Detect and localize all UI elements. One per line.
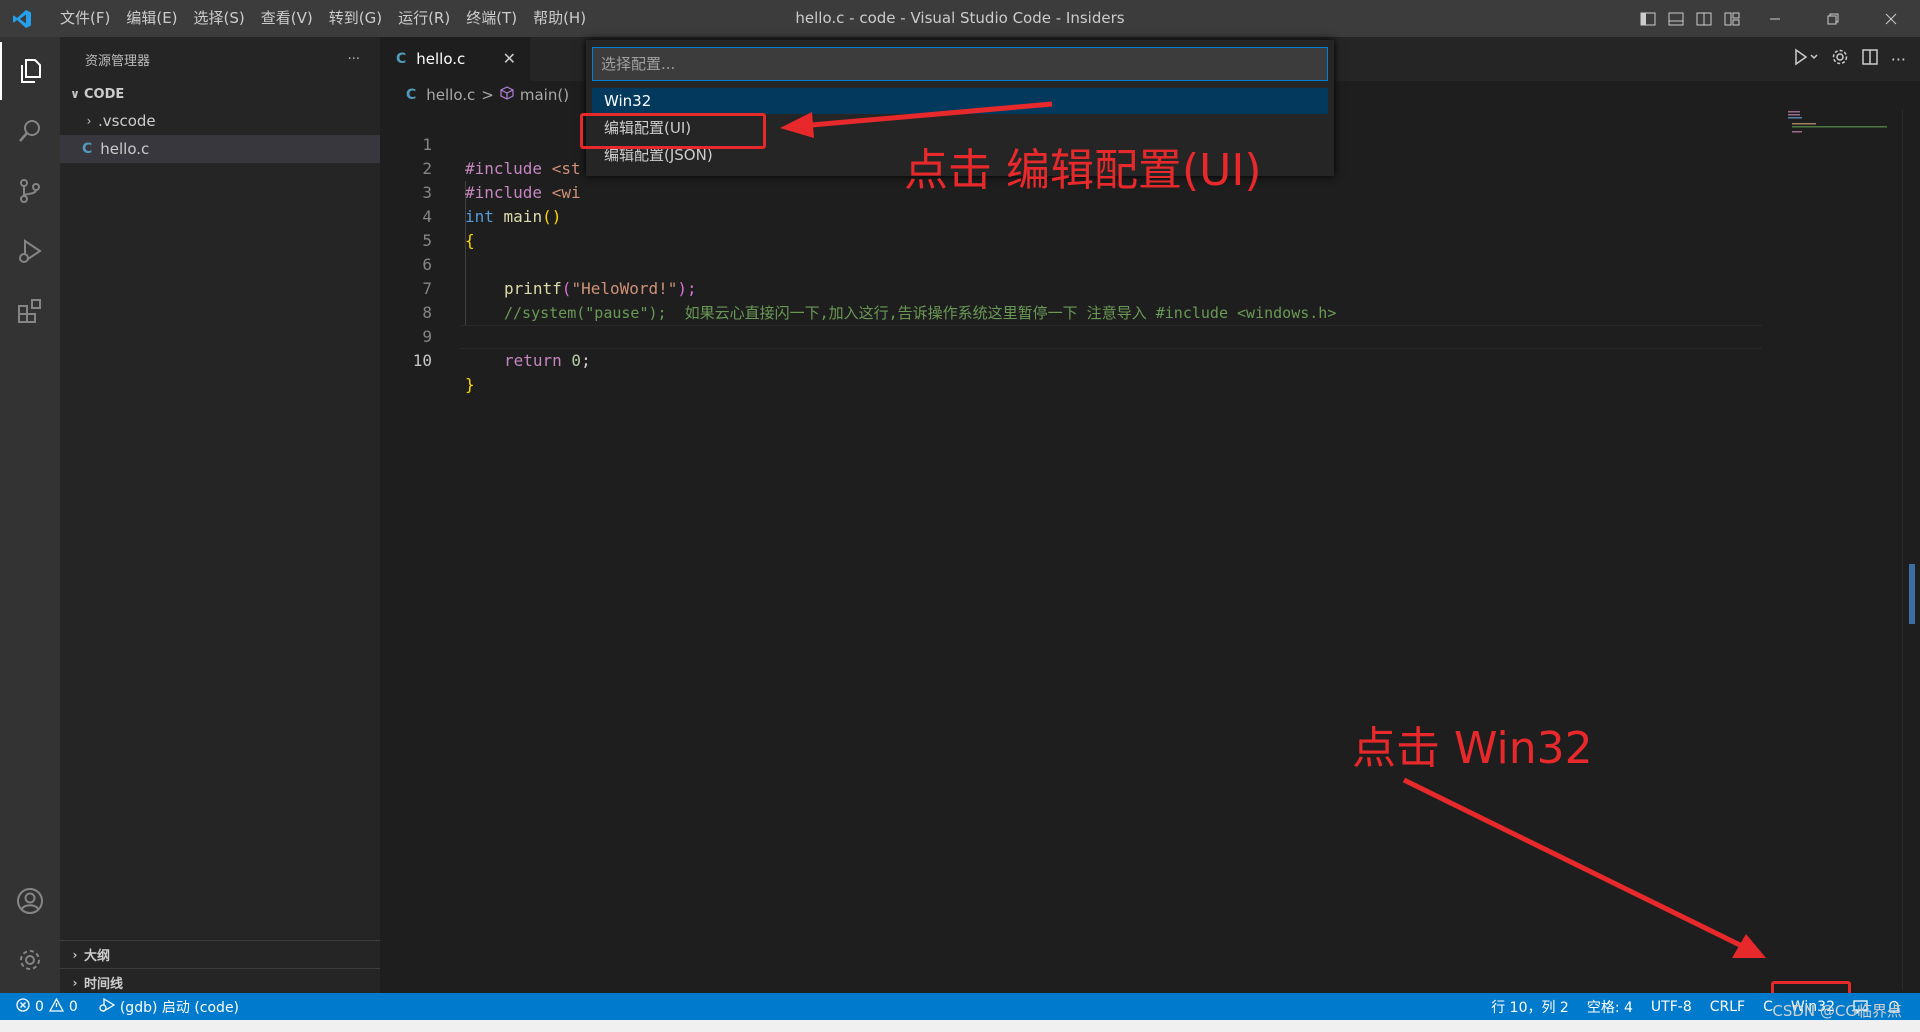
watermark: CSDN @CG临界点: [1772, 1002, 1902, 1020]
c-file-icon: C: [406, 87, 417, 103]
toggle-panel-icon[interactable]: [1662, 0, 1690, 37]
minimap[interactable]: [1780, 109, 1900, 989]
code-editor[interactable]: 1 #include <st 2 #include <wi 3 int main…: [380, 109, 1780, 989]
explorer-sidebar: 资源管理器 ··· ∨ CODE › .vscode C hello.c › 大…: [60, 37, 380, 993]
activity-bar: [0, 37, 60, 993]
more-actions-icon[interactable]: ···: [1891, 50, 1906, 69]
manage-gear-icon[interactable]: [0, 931, 60, 989]
customize-layout-icon[interactable]: [1718, 0, 1746, 37]
minimize-button[interactable]: [1746, 0, 1804, 37]
toggle-sidebar-icon[interactable]: [1634, 0, 1662, 37]
menu-selection[interactable]: 选择(S): [186, 0, 253, 37]
timeline-title: 时间线: [84, 977, 124, 992]
warning-icon: [48, 997, 65, 1016]
breadcrumb-file[interactable]: hello.c: [426, 86, 475, 104]
menu-help[interactable]: 帮助(H): [525, 0, 594, 37]
quick-pick-input[interactable]: [592, 47, 1328, 81]
token-keyword: return: [504, 351, 562, 370]
annotation-text-win32: 点击 Win32: [1352, 723, 1593, 774]
chevron-right-icon: ›: [72, 947, 78, 962]
c-file-icon: C: [82, 141, 93, 157]
toggle-secondary-sidebar-icon[interactable]: [1690, 0, 1718, 37]
tree-item-vscode-folder[interactable]: › .vscode: [60, 107, 380, 135]
close-window-button[interactable]: [1862, 0, 1920, 37]
title-bar: 文件(F) 编辑(E) 选择(S) 查看(V) 转到(G) 运行(R) 终端(T…: [0, 0, 1920, 37]
token-number: 0: [561, 351, 582, 370]
timeline-section[interactable]: › 时间线: [60, 968, 380, 996]
cube-symbol-icon: [500, 86, 514, 104]
encoding-status[interactable]: UTF-8: [1642, 999, 1701, 1015]
code-line: 5: [380, 205, 1780, 250]
line-number: 10: [412, 351, 432, 370]
menu-bar: 文件(F) 编辑(E) 选择(S) 查看(V) 转到(G) 运行(R) 终端(T…: [52, 0, 594, 37]
tree-item-label: hello.c: [100, 140, 150, 158]
folder-section-code[interactable]: ∨ CODE: [60, 81, 380, 107]
token-punct: ;: [581, 351, 591, 370]
tree-item-hello-c[interactable]: C hello.c: [60, 135, 380, 163]
tree-item-label: .vscode: [98, 112, 156, 130]
debug-label: (gdb) 启动 (code): [119, 999, 240, 1016]
debug-icon: [99, 997, 116, 1016]
annotation-text-edit-ui: 点击 编辑配置(UI): [904, 145, 1262, 196]
eol-status[interactable]: CRLF: [1701, 999, 1754, 1015]
more-actions-icon[interactable]: ···: [348, 52, 360, 67]
vertical-scrollbar[interactable]: [1902, 109, 1918, 989]
chevron-right-icon: ›: [86, 114, 92, 128]
menu-go[interactable]: 转到(G): [321, 0, 390, 37]
run-file-icon[interactable]: [1793, 48, 1819, 70]
split-editor-icon[interactable]: [1861, 48, 1879, 70]
scrollbar-ruler: [1909, 564, 1915, 624]
error-icon: [16, 997, 30, 1016]
cursor-position-status[interactable]: 行 10，列 2: [1482, 997, 1578, 1017]
quick-pick-item-win32[interactable]: Win32: [592, 88, 1328, 114]
token-bracket: }: [465, 375, 475, 394]
outline-section[interactable]: › 大纲: [60, 940, 380, 968]
c-file-icon: C: [396, 51, 407, 67]
menu-edit[interactable]: 编辑(E): [118, 0, 185, 37]
problems-status[interactable]: 0 0: [0, 997, 87, 1016]
screen-bottom-strip: [0, 1020, 1920, 1032]
tab-label: hello.c: [416, 50, 466, 68]
warning-count: 0: [68, 998, 78, 1015]
menu-run[interactable]: 运行(R): [390, 0, 458, 37]
folder-title: CODE: [84, 86, 125, 102]
sidebar-title: 资源管理器: [85, 53, 151, 69]
indentation-status[interactable]: 空格: 4: [1578, 997, 1642, 1017]
code-line: 8: [380, 277, 1780, 322]
tab-hello-c[interactable]: C hello.c ✕: [380, 37, 530, 81]
outline-title: 大纲: [84, 949, 111, 964]
menu-file[interactable]: 文件(F): [52, 0, 118, 37]
annotation-box-edit-ui: [580, 113, 766, 149]
breadcrumb-symbol[interactable]: main(): [520, 86, 569, 104]
settings-gear-icon[interactable]: [1831, 48, 1849, 70]
menu-terminal[interactable]: 终端(T): [458, 0, 525, 37]
menu-view[interactable]: 查看(V): [253, 0, 321, 37]
restore-button[interactable]: [1804, 0, 1862, 37]
run-debug-icon[interactable]: [0, 222, 60, 280]
error-count: 0: [35, 998, 44, 1015]
chevron-right-icon: ›: [72, 975, 78, 990]
close-tab-icon[interactable]: ✕: [503, 49, 516, 68]
search-icon[interactable]: [0, 102, 60, 160]
code-line: 9 return 0;: [380, 301, 1780, 370]
code-line: 6 printf("HeloWord!");: [380, 229, 1780, 298]
code-line: 7 //system("pause"); 如果云心直接闪一下,加入这行,告诉操作…: [380, 253, 1780, 322]
extensions-icon[interactable]: [0, 282, 60, 340]
code-line: 10 }: [380, 325, 1780, 394]
status-bar: 0 0 (gdb) 启动 (code) 行 10，列 2 空格: 4 UTF-8…: [0, 993, 1920, 1020]
source-control-icon[interactable]: [0, 162, 60, 220]
breadcrumb: C hello.c > main(): [380, 81, 569, 109]
explorer-icon[interactable]: [0, 42, 60, 100]
chevron-down-icon: ∨: [70, 87, 80, 101]
chevron-right-icon: >: [481, 86, 494, 104]
debug-launch-status[interactable]: (gdb) 启动 (code): [87, 997, 248, 1017]
vscode-logo-icon: [0, 0, 44, 37]
account-icon[interactable]: [0, 872, 60, 930]
